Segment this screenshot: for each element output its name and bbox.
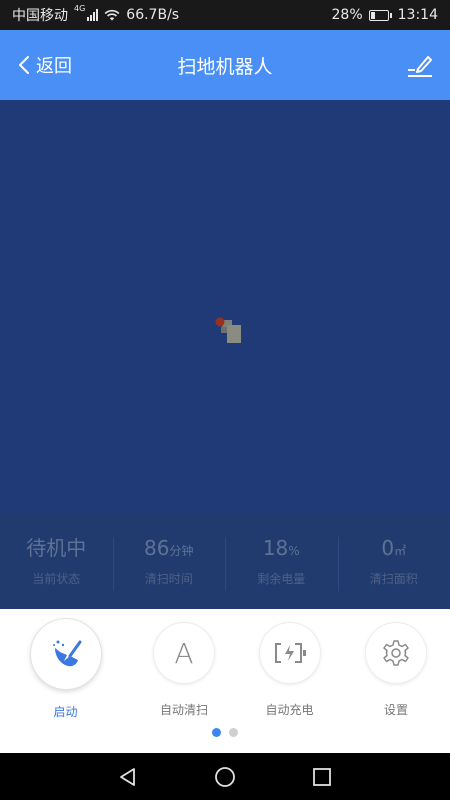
- back-button[interactable]: 返回: [18, 30, 72, 100]
- start-button-circle[interactable]: [30, 619, 101, 689]
- stat-area: 0㎡ 清扫面积: [337, 527, 450, 597]
- settings-label: 设置: [383, 703, 408, 717]
- letter-a-icon: A: [174, 636, 194, 670]
- stat-status-label: 当前状态: [32, 571, 81, 586]
- stat-status-value: 待机中: [26, 535, 87, 560]
- nav-recents-button[interactable]: [302, 757, 342, 797]
- network-speed: 66.7B/s: [126, 7, 180, 23]
- back-label: 返回: [36, 56, 72, 77]
- system-nav-bar: [0, 753, 450, 800]
- settings-button-circle[interactable]: [366, 623, 426, 683]
- carrier-name: 中国移动: [12, 8, 68, 24]
- cleaning-map[interactable]: [0, 100, 450, 514]
- action-row: 启动 A 自动清扫 自动充电 设置: [0, 619, 450, 720]
- triangle-back-icon: [120, 767, 136, 786]
- battery-icon: [368, 9, 392, 21]
- charging-icon: [274, 643, 306, 663]
- nav-home-button[interactable]: [205, 757, 245, 797]
- auto-charge-button-circle[interactable]: [259, 623, 320, 683]
- stat-area-label: 清扫面积: [369, 571, 418, 586]
- auto-charge-label: 自动充电: [265, 703, 314, 717]
- circle-home-icon: [215, 766, 235, 787]
- auto-clean-button[interactable]: A 自动清扫: [131, 623, 237, 720]
- edit-icon[interactable]: [406, 52, 434, 80]
- gear-icon: [383, 640, 409, 666]
- wifi-icon: [104, 9, 120, 21]
- status-left: 中国移动 4G 66.7B/s: [12, 5, 179, 25]
- page-dot-1[interactable]: [212, 728, 221, 737]
- status-right: 28% 13:14: [332, 7, 438, 23]
- stat-status: 待机中 当前状态: [0, 527, 113, 597]
- signal-icon: [87, 9, 99, 21]
- start-button[interactable]: 启动: [0, 619, 131, 720]
- start-label: 启动: [53, 705, 78, 719]
- auto-clean-label: 自动清扫: [159, 703, 208, 717]
- control-panel: 启动 A 自动清扫 自动充电 设置: [0, 609, 450, 753]
- page-indicator: [0, 728, 450, 737]
- network-type: 4G: [74, 4, 86, 13]
- robot-position-icon: [215, 317, 241, 343]
- broom-icon: [52, 640, 81, 667]
- stat-clean-time: 86分钟 清扫时间: [112, 527, 226, 597]
- stat-clean-time-label: 清扫时间: [144, 571, 193, 586]
- settings-button[interactable]: 设置: [342, 623, 450, 720]
- stats-bar: 待机中 当前状态 86分钟 清扫时间 18% 剩余电量 0㎡ 清扫面积: [0, 514, 450, 609]
- battery-percent: 28%: [331, 7, 363, 23]
- square-recents-icon: [312, 767, 331, 786]
- chevron-left-icon: [19, 56, 29, 74]
- auto-clean-button-circle[interactable]: A: [154, 623, 214, 683]
- status-bar: 中国移动 4G 66.7B/s 28% 13:14: [0, 0, 450, 30]
- stat-clean-time-value: 86分钟: [144, 535, 194, 560]
- stat-area-value: 0㎡: [381, 535, 407, 560]
- nav-back-button[interactable]: [108, 757, 148, 797]
- page-dot-2[interactable]: [229, 728, 238, 737]
- stat-battery-label: 剩余电量: [257, 571, 306, 586]
- stat-battery-value: 18%: [262, 535, 300, 560]
- auto-charge-button[interactable]: 自动充电: [237, 623, 342, 720]
- clock: 13:14: [397, 7, 438, 23]
- page-title: 扫地机器人: [177, 55, 273, 78]
- app-header: 返回 扫地机器人: [0, 30, 450, 100]
- stat-battery: 18% 剩余电量: [225, 527, 338, 597]
